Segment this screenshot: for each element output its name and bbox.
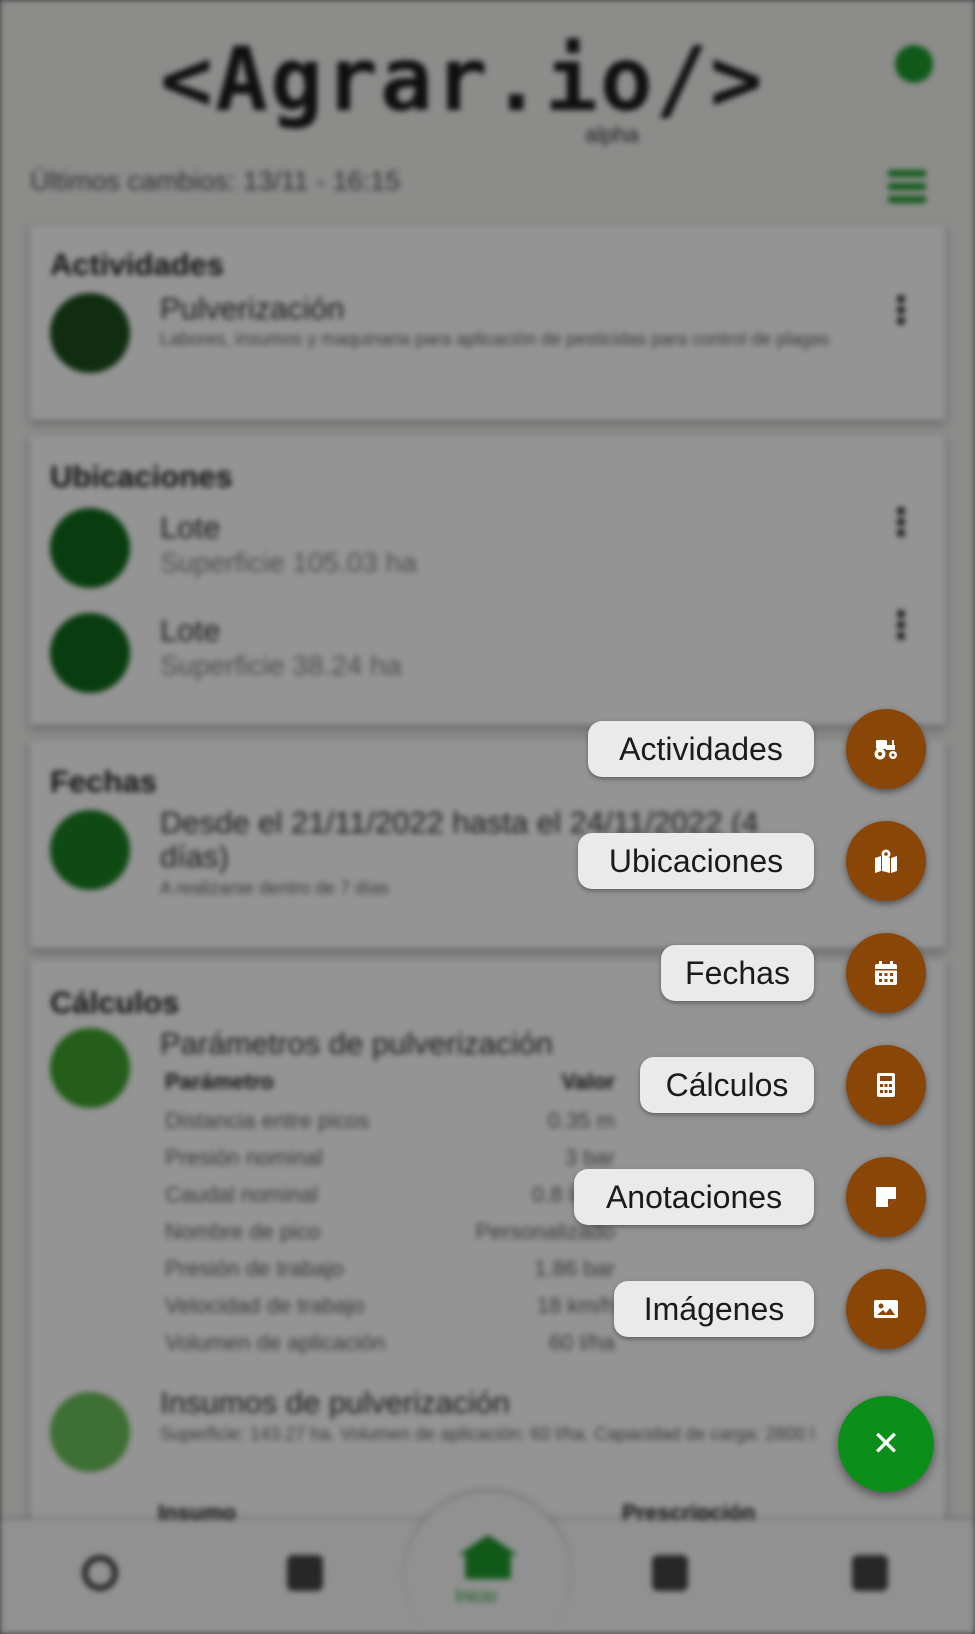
image-icon [874,1300,898,1318]
tractor-icon [874,740,897,760]
speed-dial-fechas-button[interactable] [846,933,926,1013]
speed-dial-label-ubicaciones[interactable]: Ubicaciones [578,833,814,889]
speed-dial-imagenes-button[interactable] [846,1269,926,1349]
speed-dial-ubicaciones-button[interactable] [846,821,926,901]
speed-dial-label-actividades[interactable]: Actividades [588,721,814,777]
speed-dial-label-fechas[interactable]: Fechas [661,945,814,1001]
calendar-icon [875,961,897,985]
close-icon: ✕ [871,1424,901,1464]
speed-dial-calculos-button[interactable] [846,1045,926,1125]
dim-overlay[interactable] [0,0,975,1634]
speed-dial-label-anotaciones[interactable]: Anotaciones [574,1169,814,1225]
calculator-icon [877,1073,895,1097]
speed-dial-actividades-button[interactable] [846,709,926,789]
map-icon [875,849,897,873]
speed-dial-label-calculos[interactable]: Cálculos [640,1057,814,1113]
speed-dial-label-imagenes[interactable]: Imágenes [614,1281,814,1337]
speed-dial-close-button[interactable]: ✕ [838,1396,934,1492]
note-icon [876,1187,896,1207]
speed-dial-anotaciones-button[interactable] [846,1157,926,1237]
